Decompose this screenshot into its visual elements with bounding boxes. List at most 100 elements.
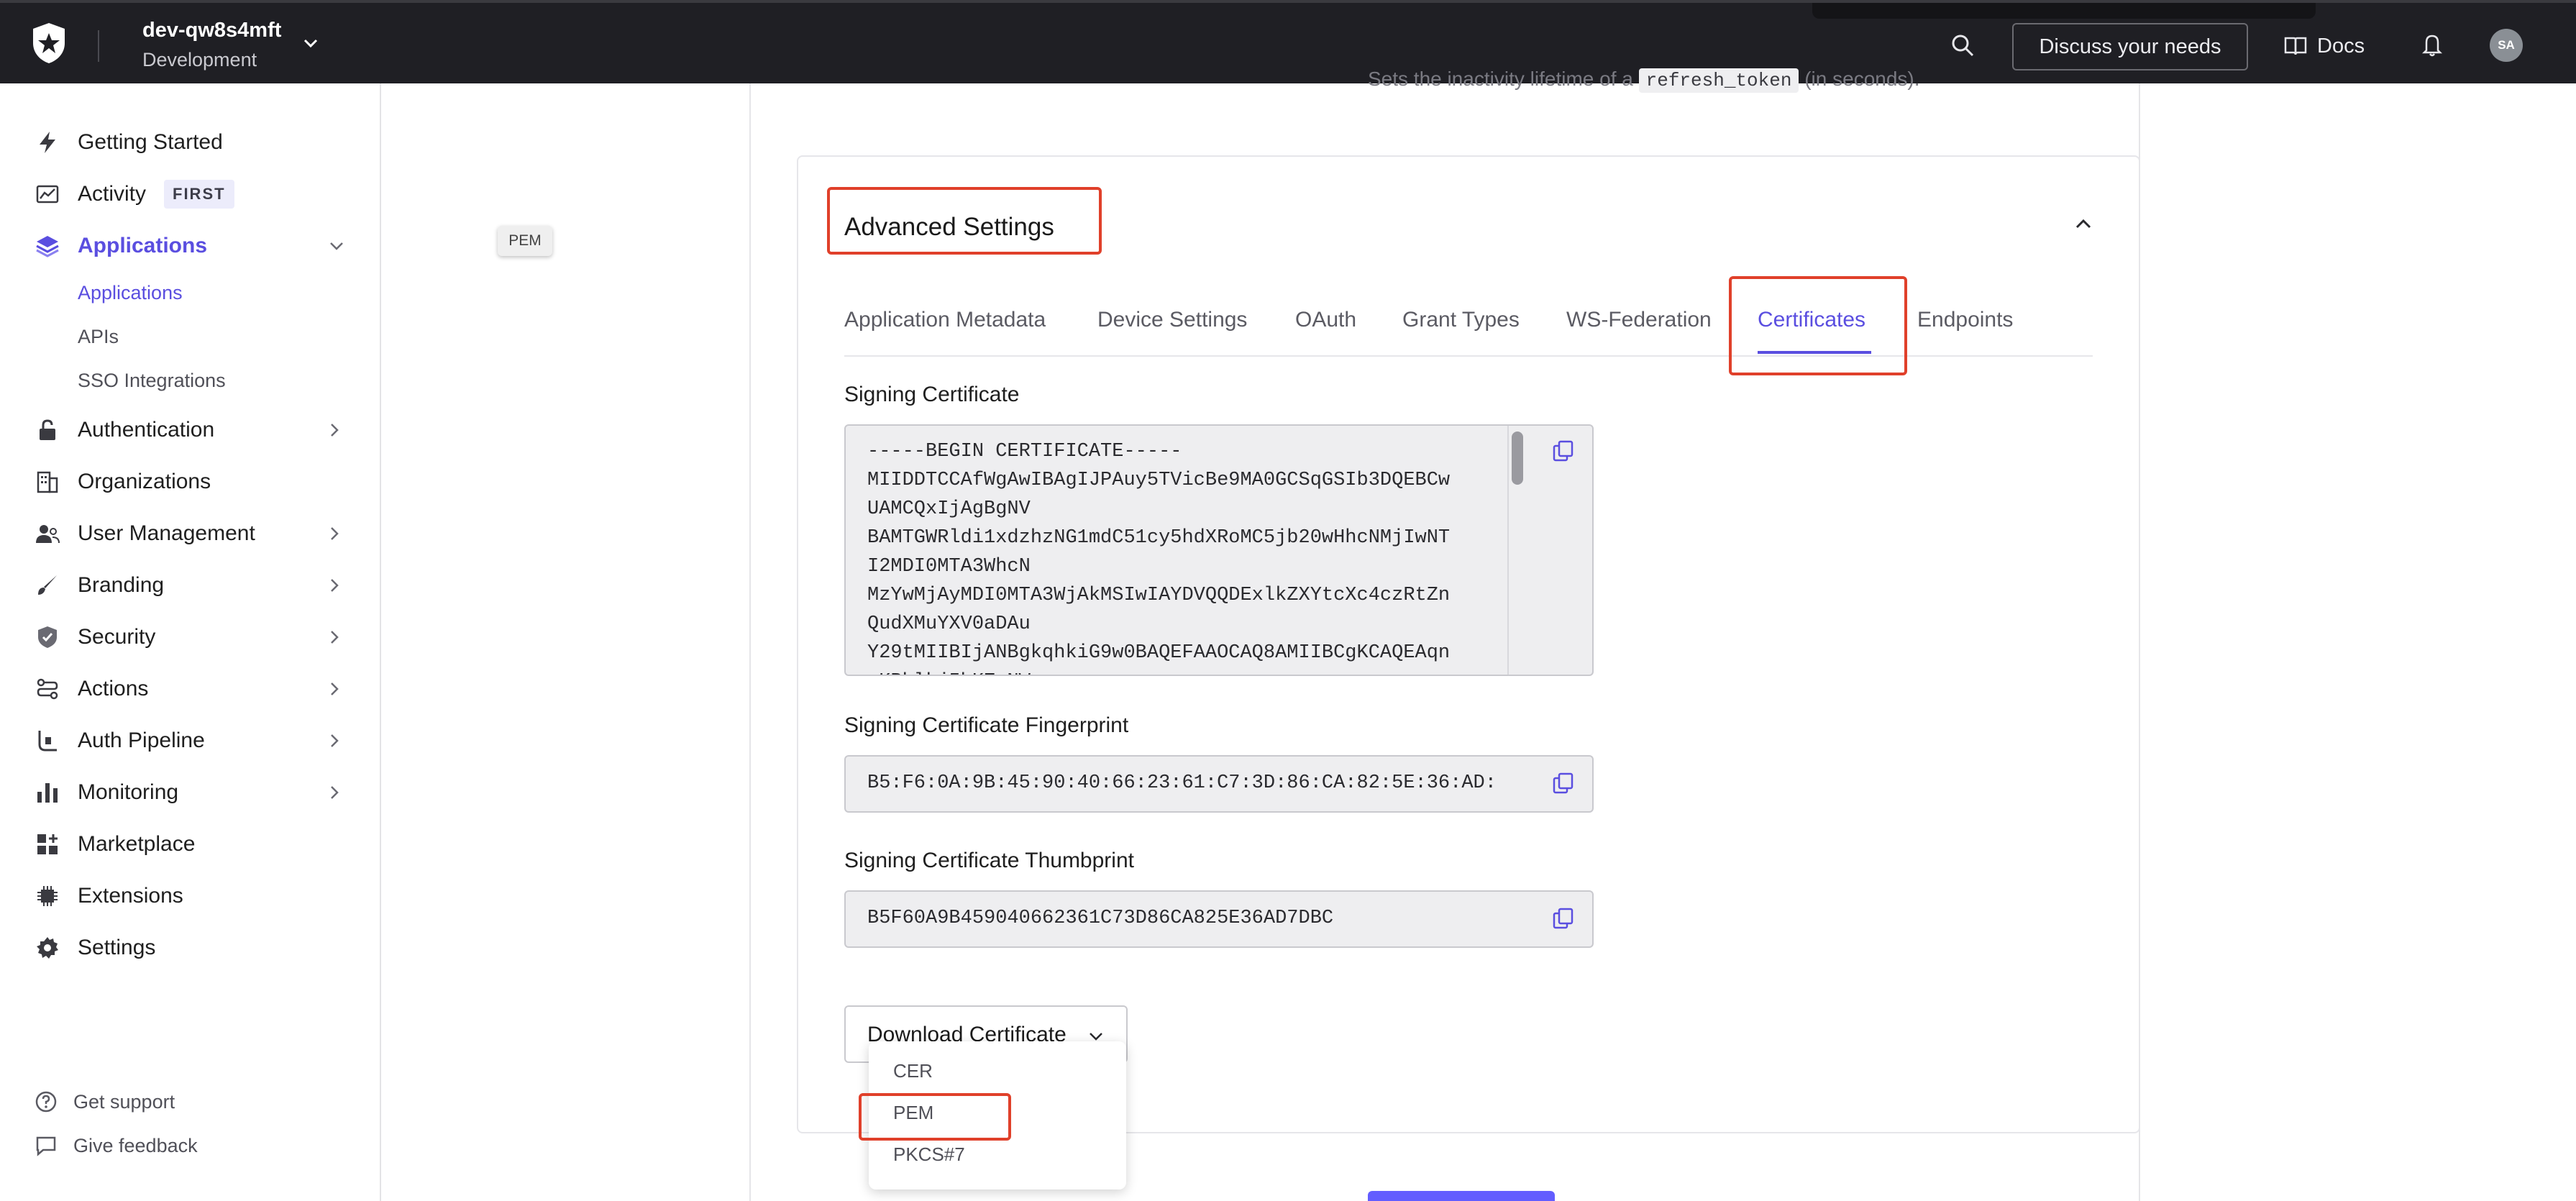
brush-icon	[35, 572, 60, 598]
chevron-right-icon	[331, 786, 339, 799]
get-support-label: Get support	[73, 1090, 175, 1113]
sidebar-item-getting-started[interactable]: Getting Started	[0, 122, 380, 163]
sidebar-item-label: Security	[78, 625, 156, 649]
top-navigation-bar: dev-qw8s4mft Development Discuss your ne…	[0, 0, 2576, 83]
users-icon	[35, 521, 60, 547]
sidebar-item-user-management[interactable]: User Management	[0, 513, 380, 554]
signing-certificate-label: Signing Certificate	[844, 383, 1020, 406]
tenant-name[interactable]: dev-qw8s4mft	[142, 19, 281, 42]
hint-code: refresh_token	[1638, 68, 1799, 93]
sidebar-item-security[interactable]: Security	[0, 617, 380, 657]
copy-icon[interactable]	[1550, 906, 1579, 935]
tab-application-metadata[interactable]: Application Metadata	[844, 308, 1046, 332]
sidebar-item-label: Applications	[78, 234, 208, 257]
sidebar-item-actions[interactable]: Actions	[0, 669, 380, 709]
sidebar-item-activity[interactable]: Activity FIRST	[0, 174, 380, 214]
sidebar-item-label: Authentication	[78, 418, 215, 442]
discuss-your-needs-button[interactable]: Discuss your needs	[2012, 23, 2248, 70]
bell-icon[interactable]	[2421, 32, 2444, 58]
sidebar-item-label: Branding	[78, 573, 165, 597]
sidebar-item-marketplace[interactable]: Marketplace	[0, 824, 380, 864]
hint-suffix: (in seconds).	[1804, 68, 1920, 90]
chart-line-icon	[35, 181, 60, 207]
give-feedback-label: Give feedback	[73, 1134, 198, 1156]
sidebar-item-authentication[interactable]: Authentication	[0, 410, 380, 450]
chat-bubble-icon	[36, 1136, 56, 1156]
fingerprint-label: Signing Certificate Fingerprint	[844, 713, 1129, 737]
sidebar-item-label: Organizations	[78, 470, 211, 493]
docs-link[interactable]: Docs	[2284, 32, 2365, 60]
menu-item-pkcs7[interactable]: PKCS#7	[893, 1143, 965, 1166]
thumbprint-field[interactable]: B5F60A9B459040662361C73D86CA825E36AD7DBC	[844, 890, 1594, 948]
docs-label: Docs	[2317, 34, 2365, 58]
book-icon	[2284, 37, 2307, 55]
get-support-link[interactable]: Get support	[35, 1090, 175, 1113]
give-feedback-link[interactable]: Give feedback	[35, 1134, 198, 1157]
sidebar-item-label: Activity	[78, 182, 147, 206]
header-divider	[98, 30, 99, 62]
thumbprint-value: B5F60A9B459040662361C73D86CA825E36AD7DBC	[867, 908, 1334, 929]
bolt-icon	[35, 129, 60, 155]
question-circle-icon	[35, 1091, 57, 1113]
sidebar-item-label: Monitoring	[78, 780, 179, 804]
copy-icon[interactable]	[1550, 439, 1579, 467]
scrollbar-track	[1507, 426, 1509, 675]
building-icon	[35, 469, 60, 495]
highlight-box-advanced-settings	[827, 187, 1102, 255]
sidebar-item-auth-pipeline[interactable]: Auth Pipeline	[0, 721, 380, 761]
chip-icon	[35, 883, 60, 909]
chevron-right-icon	[331, 682, 339, 695]
sidebar-subitem-applications[interactable]: Applications	[78, 282, 183, 304]
menu-item-cer[interactable]: CER	[893, 1060, 933, 1082]
sidebar-item-label: Actions	[78, 677, 149, 700]
hint-prefix: Sets the inactivity lifetime of a	[1368, 68, 1633, 90]
highlight-box-certificates-tab	[1729, 276, 1907, 375]
auth0-logo-icon[interactable]	[29, 22, 69, 65]
chevron-down-icon[interactable]	[301, 36, 321, 50]
sidebar-item-label: Marketplace	[78, 832, 196, 856]
shield-icon	[35, 624, 60, 650]
thumbprint-label: Signing Certificate Thumbprint	[844, 849, 1134, 872]
lock-icon	[35, 417, 60, 443]
avatar[interactable]: SA	[2490, 29, 2523, 62]
highlight-box-pem-option	[859, 1093, 1011, 1141]
sidebar-item-extensions[interactable]: Extensions	[0, 876, 380, 916]
sidebar-item-label: Settings	[78, 936, 156, 959]
sidebar-subitem-apis[interactable]: APIs	[78, 326, 119, 348]
tenant-environment[interactable]: Development	[142, 49, 257, 71]
layers-icon	[35, 233, 60, 259]
sidebar-item-monitoring[interactable]: Monitoring	[0, 772, 380, 813]
chevron-right-icon	[331, 527, 339, 540]
sidebar-item-branding[interactable]: Branding	[0, 565, 380, 606]
grid-plus-icon	[35, 831, 60, 857]
fingerprint-value: B5:F6:0A:9B:45:90:40:66:23:61:C7:3D:86:C…	[867, 772, 1497, 794]
gear-icon	[35, 935, 60, 961]
chevron-up-icon[interactable]	[2074, 217, 2093, 230]
pem-tooltip: PEM	[498, 226, 552, 256]
sidebar-item-label: Auth Pipeline	[78, 729, 205, 752]
sidebar-item-applications[interactable]: Applications	[0, 226, 380, 266]
chevron-right-icon	[331, 734, 339, 747]
sidebar-item-label: Extensions	[78, 884, 183, 908]
chevron-right-icon	[331, 579, 339, 592]
tab-endpoints[interactable]: Endpoints	[1917, 308, 2013, 332]
top-overlay-strip	[1812, 3, 2316, 19]
copy-icon[interactable]	[1550, 771, 1579, 800]
tab-ws-federation[interactable]: WS-Federation	[1566, 308, 1712, 332]
pipeline-icon	[35, 728, 60, 754]
chevron-down-icon	[330, 242, 343, 250]
sidebar-item-label: User Management	[78, 521, 255, 545]
tab-device-settings[interactable]: Device Settings	[1097, 308, 1247, 332]
fingerprint-field[interactable]: B5:F6:0A:9B:45:90:40:66:23:61:C7:3D:86:C…	[844, 755, 1594, 813]
save-changes-button[interactable]	[1368, 1191, 1555, 1201]
sidebar-item-settings[interactable]: Settings	[0, 928, 380, 968]
signing-certificate-textarea[interactable]: -----BEGIN CERTIFICATE----- MIIDDTCCAfWg…	[844, 424, 1594, 676]
sidebar-subitem-sso-integrations[interactable]: SSO Integrations	[78, 370, 226, 392]
tab-oauth[interactable]: OAuth	[1295, 308, 1356, 332]
scrollbar-thumb[interactable]	[1512, 431, 1523, 485]
sidebar-item-organizations[interactable]: Organizations	[0, 462, 380, 502]
tab-grant-types[interactable]: Grant Types	[1402, 308, 1520, 332]
search-icon[interactable]	[1950, 33, 1975, 58]
sidebar: Getting Started Activity FIRST Applicati…	[0, 83, 381, 1201]
sidebar-item-label: Getting Started	[78, 130, 223, 154]
